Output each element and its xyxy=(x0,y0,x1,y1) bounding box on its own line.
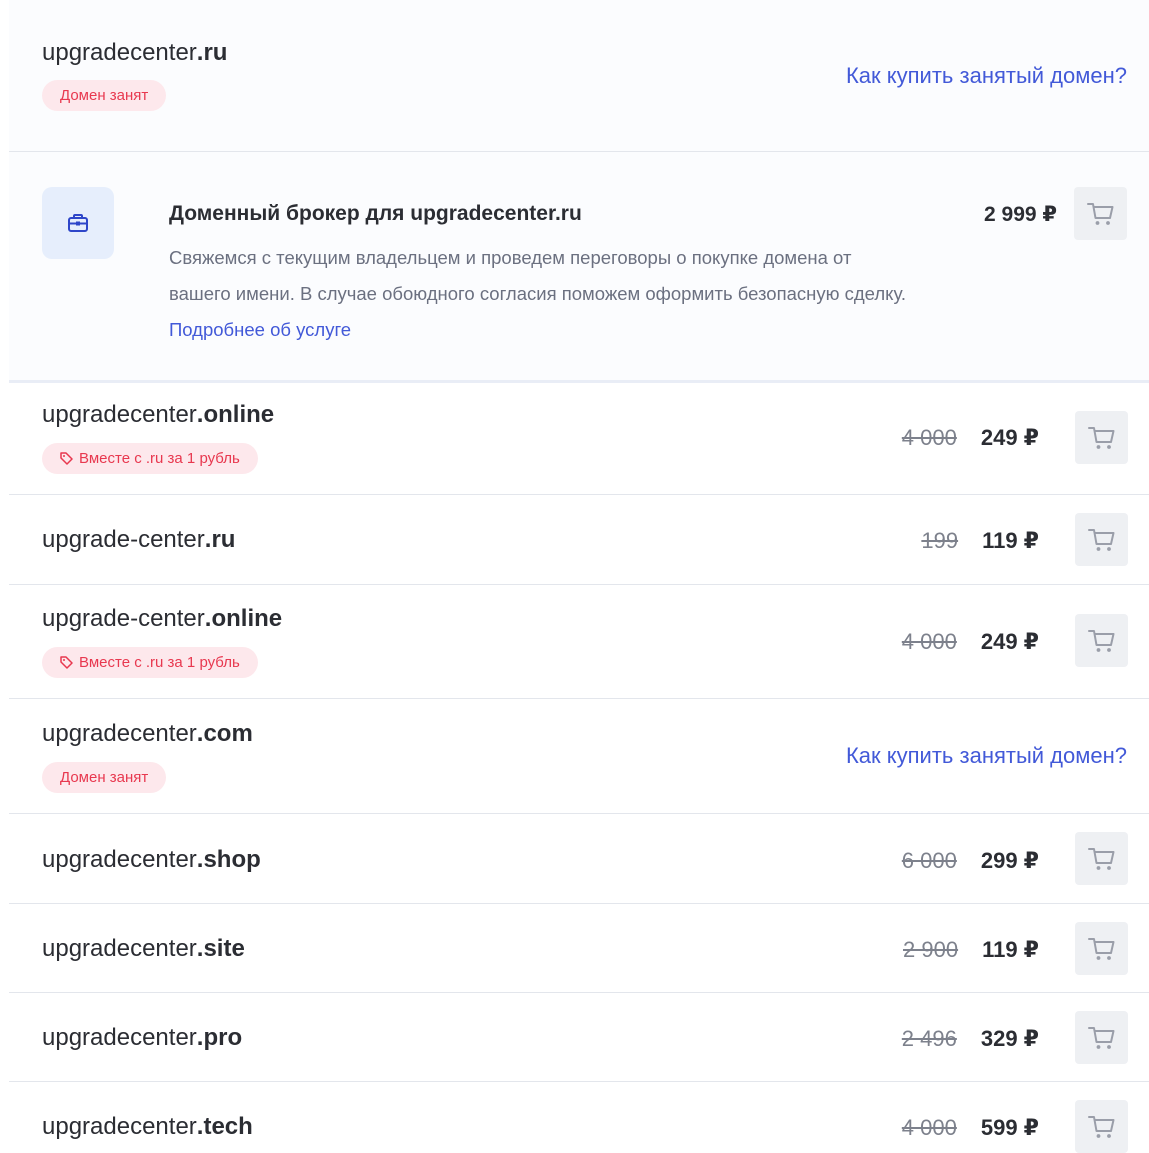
domain-tld: .tech xyxy=(196,1113,253,1140)
domain-tld: .site xyxy=(196,935,245,962)
old-price: 2 900 xyxy=(903,937,959,962)
domain-base: upgradecenter xyxy=(42,720,197,747)
domain-search-results: upgradecenter.ru Домен занят Как купить … xyxy=(0,0,1149,1153)
current-price: 119 ₽ xyxy=(982,937,1039,962)
domain-name: upgradecenter.ru xyxy=(42,39,227,67)
price-group: 4 000 249 ₽ xyxy=(902,425,1039,451)
domain-name: upgradecenter.online xyxy=(42,401,274,429)
promo-text: Вместе с .ru за 1 рубль xyxy=(79,654,240,671)
how-to-buy-taken-link[interactable]: Как купить занятый домен? xyxy=(846,743,1127,769)
list-item: upgradecenter.shop 6 000 299 ₽ xyxy=(9,814,1149,904)
domain-tld: .online xyxy=(196,401,275,428)
taken-domain-header: upgradecenter.ru Домен занят Как купить … xyxy=(9,0,1149,152)
domain-base: upgradecenter xyxy=(42,1024,197,1051)
old-price: 199 xyxy=(921,528,959,553)
add-to-cart-button[interactable] xyxy=(1075,513,1128,566)
price-group: 6 000 299 ₽ xyxy=(902,848,1039,874)
broker-description-text: Свяжемся с текущим владельцем и проведем… xyxy=(169,247,906,304)
broker-service-card: Доменный брокер для upgradecenter.ru Свя… xyxy=(9,152,1149,383)
domain-name: upgradecenter.com xyxy=(42,720,253,748)
domain-name: upgradecenter.tech xyxy=(42,1113,253,1141)
add-to-cart-button[interactable] xyxy=(1075,614,1128,667)
promo-badge: Вместе с .ru за 1 рубль xyxy=(42,647,258,678)
price-group: 2 900 119 ₽ xyxy=(903,937,1039,963)
add-to-cart-button[interactable] xyxy=(1074,187,1127,240)
shopping-cart-icon xyxy=(1087,426,1114,449)
current-price: 299 ₽ xyxy=(980,848,1039,873)
domain-base: upgradecenter xyxy=(42,846,197,873)
how-to-buy-taken-link[interactable]: Как купить занятый домен? xyxy=(846,63,1127,89)
domain-base: upgradecenter xyxy=(42,1113,197,1140)
old-price: 4 000 xyxy=(901,629,957,654)
domain-name: upgrade-center.ru xyxy=(42,526,235,554)
current-price: 599 ₽ xyxy=(980,1115,1039,1140)
domain-name: upgrade-center.online xyxy=(42,605,282,633)
current-price: 249 ₽ xyxy=(980,425,1039,450)
price-group: 2 496 329 ₽ xyxy=(902,1026,1039,1052)
current-price: 119 ₽ xyxy=(982,528,1039,553)
domain-base: upgrade-center xyxy=(42,605,205,632)
briefcase-icon xyxy=(42,187,114,259)
shopping-cart-icon xyxy=(1087,1115,1114,1138)
domain-tld: .pro xyxy=(196,1024,243,1051)
tag-icon xyxy=(60,452,73,465)
list-item: upgradecenter.pro 2 496 329 ₽ xyxy=(9,993,1149,1082)
domain-taken-badge: Домен занят xyxy=(42,762,167,793)
domain-tld: .com xyxy=(196,720,253,747)
list-item: upgradecenter.com Домен занят Как купить… xyxy=(9,699,1149,814)
list-item: upgradecenter.online Вместе с .ru за 1 р… xyxy=(9,383,1149,495)
list-item: upgrade-center.ru 199 119 ₽ xyxy=(9,495,1149,585)
price-group: 4 000 599 ₽ xyxy=(902,1115,1039,1141)
shopping-cart-icon xyxy=(1087,528,1114,551)
domain-base: upgradecenter xyxy=(42,39,197,66)
domain-tld: .ru xyxy=(204,526,236,553)
domain-base: upgradecenter xyxy=(42,935,197,962)
domain-tld: .online xyxy=(204,605,283,632)
list-item: upgradecenter.tech 4 000 599 ₽ xyxy=(9,1082,1149,1153)
shopping-cart-icon xyxy=(1087,1026,1114,1049)
domain-taken-badge: Домен занят xyxy=(42,80,167,111)
add-to-cart-button[interactable] xyxy=(1075,411,1128,464)
domain-base: upgrade-center xyxy=(42,526,205,553)
add-to-cart-button[interactable] xyxy=(1075,1011,1128,1064)
promo-text: Вместе с .ru за 1 рубль xyxy=(79,450,240,467)
old-price: 2 496 xyxy=(901,1026,957,1051)
domain-base: upgradecenter xyxy=(42,401,197,428)
old-price: 6 000 xyxy=(901,848,957,873)
domain-tld: .ru xyxy=(196,39,228,66)
price-group: 199 119 ₽ xyxy=(921,528,1039,554)
list-item: upgradecenter.site 2 900 119 ₽ xyxy=(9,904,1149,993)
domain-tld: .shop xyxy=(196,846,261,873)
current-price: 329 ₽ xyxy=(980,1026,1039,1051)
old-price: 4 000 xyxy=(901,425,957,450)
promo-badge: Вместе с .ru за 1 рубль xyxy=(42,443,258,474)
add-to-cart-button[interactable] xyxy=(1075,832,1128,885)
list-item: upgrade-center.online Вместе с .ru за 1 … xyxy=(9,585,1149,699)
add-to-cart-button[interactable] xyxy=(1075,1100,1128,1153)
current-price: 249 ₽ xyxy=(980,629,1039,654)
broker-description: Свяжемся с текущим владельцем и проведем… xyxy=(169,240,909,348)
domain-name: upgradecenter.shop xyxy=(42,846,261,874)
broker-title: Доменный брокер для upgradecenter.ru xyxy=(169,202,582,225)
shopping-cart-icon xyxy=(1087,629,1114,652)
old-price: 4 000 xyxy=(901,1115,957,1140)
domain-name: upgradecenter.site xyxy=(42,935,245,963)
add-to-cart-button[interactable] xyxy=(1075,922,1128,975)
service-details-link[interactable]: Подробнее об услуге xyxy=(169,319,351,340)
tag-icon xyxy=(60,656,73,669)
shopping-cart-icon xyxy=(1087,847,1114,870)
price-group: 4 000 249 ₽ xyxy=(902,629,1039,655)
shopping-cart-icon xyxy=(1086,202,1113,225)
shopping-cart-icon xyxy=(1087,937,1114,960)
domain-name: upgradecenter.pro xyxy=(42,1024,242,1052)
broker-price: 2 999 ₽ xyxy=(984,203,1057,226)
